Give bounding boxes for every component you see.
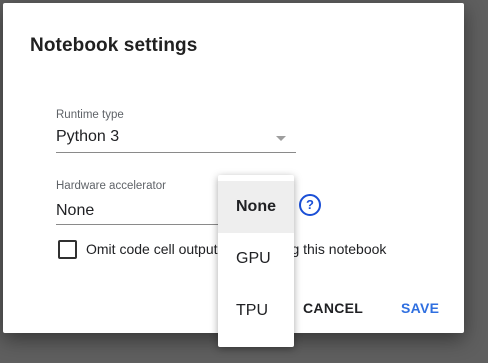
accelerator-option-none[interactable]: None — [218, 181, 294, 233]
cancel-button[interactable]: CANCEL — [303, 300, 363, 316]
accelerator-option-tpu[interactable]: TPU — [218, 285, 294, 337]
runtime-dropdown-arrow-icon[interactable] — [276, 136, 286, 141]
dialog-title: Notebook settings — [30, 35, 198, 56]
accelerator-dropdown-menu: None GPU TPU — [218, 175, 294, 347]
hardware-accelerator-underline — [56, 224, 221, 225]
runtime-type-select[interactable]: Python 3 — [56, 128, 119, 146]
hardware-accelerator-label: Hardware accelerator — [56, 180, 166, 192]
accelerator-option-gpu[interactable]: GPU — [218, 233, 294, 285]
runtime-type-label: Runtime type — [56, 109, 124, 121]
omit-output-checkbox[interactable] — [58, 240, 77, 259]
runtime-type-underline — [56, 152, 296, 153]
hardware-accelerator-select[interactable]: None — [56, 202, 94, 220]
save-button[interactable]: SAVE — [401, 300, 439, 316]
help-circle-icon[interactable]: ? — [299, 194, 321, 216]
